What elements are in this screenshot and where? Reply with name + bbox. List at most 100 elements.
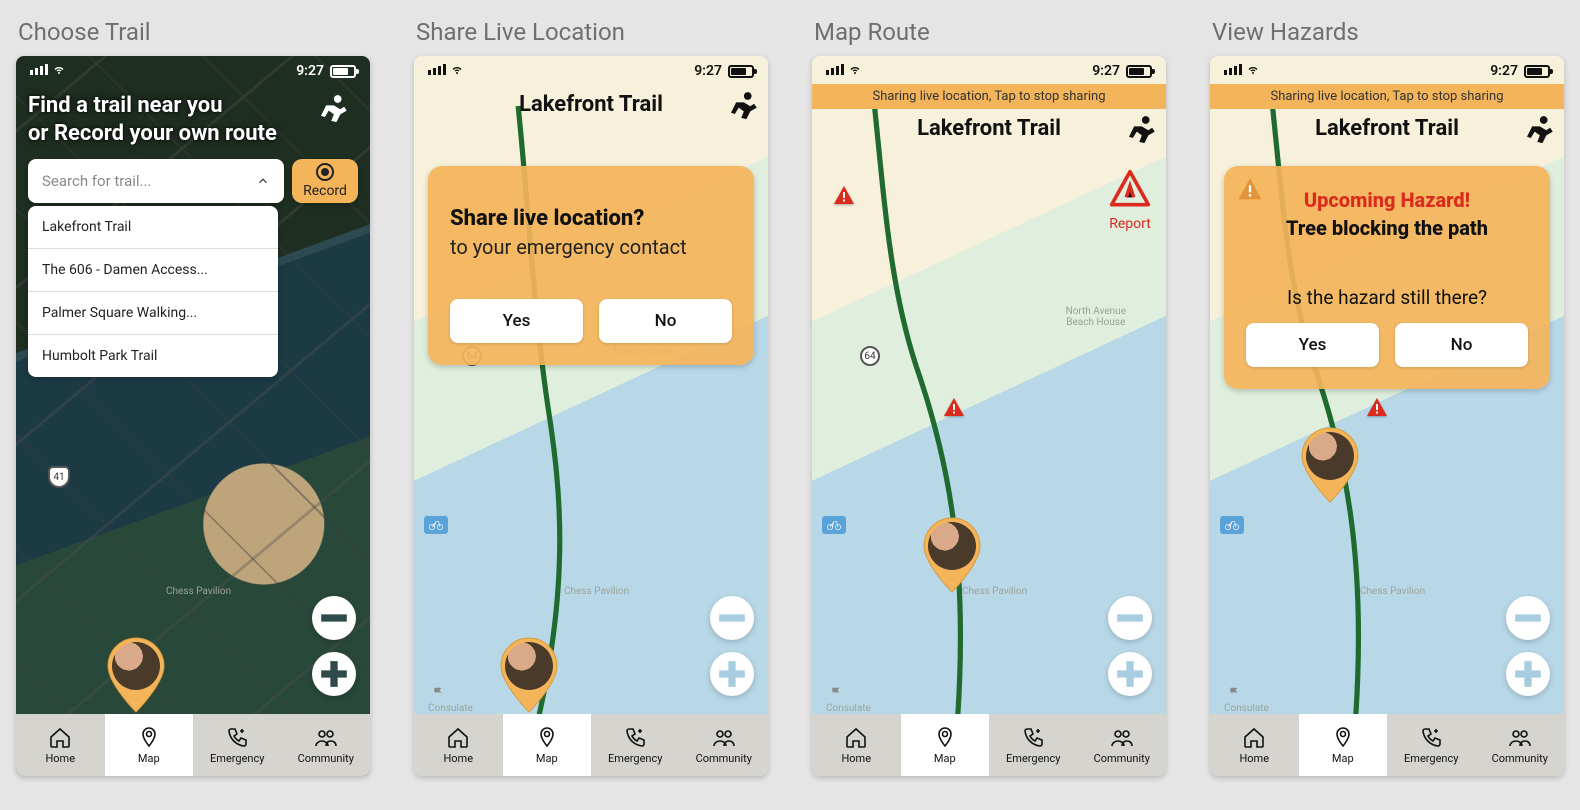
tab-emergency[interactable]: Emergency (193, 714, 282, 776)
dialog-subtitle: to your emergency contact (450, 235, 732, 259)
no-button[interactable]: No (1395, 323, 1528, 367)
tab-home[interactable]: Home (1210, 714, 1299, 776)
tab-bar: Home Map Emergency Community (414, 714, 768, 776)
signal-icon (428, 63, 465, 79)
bike-icon (822, 516, 846, 534)
tab-bar: Home Map Emergency Community (1210, 714, 1564, 776)
tab-map[interactable]: Map (503, 714, 592, 776)
battery-icon (1524, 65, 1550, 78)
zoom-out-button[interactable] (1108, 596, 1152, 640)
chevron-up-icon (256, 174, 270, 188)
tab-community[interactable]: Community (680, 714, 769, 776)
bike-icon (1220, 516, 1244, 534)
tab-map[interactable]: Map (1299, 714, 1388, 776)
battery-icon (728, 65, 754, 78)
status-bar: 9:27 (414, 56, 768, 86)
flag-icon (830, 685, 844, 704)
trail-option[interactable]: The 606 - Damen Access... (28, 248, 278, 291)
avatar (928, 522, 976, 570)
signal-icon (826, 63, 863, 79)
trail-option[interactable]: Lakefront Trail (28, 206, 278, 248)
clock: 9:27 (1092, 63, 1120, 79)
search-input[interactable]: Search for trail... (28, 159, 284, 203)
battery-icon (330, 65, 356, 78)
zoom-in-button[interactable] (312, 652, 356, 696)
zoom-in-button[interactable] (710, 652, 754, 696)
map-label-consulate: Consulate (826, 703, 871, 714)
flag-icon (432, 685, 446, 704)
tab-bar: Home Map Emergency Community (812, 714, 1166, 776)
trail-option[interactable]: Humbolt Park Trail (28, 334, 278, 377)
battery-icon (1126, 65, 1152, 78)
map-label-consulate: Consulate (1224, 703, 1269, 714)
hazard-marker[interactable] (832, 184, 856, 212)
yes-button[interactable]: Yes (450, 299, 583, 343)
phone-view-hazards: Chess Pavilion Consulate 9:27 Sharing li… (1210, 56, 1564, 776)
tab-emergency[interactable]: Emergency (1387, 714, 1476, 776)
tab-map[interactable]: Map (105, 714, 194, 776)
zoom-out-button[interactable] (312, 596, 356, 640)
map-label-chess: Chess Pavilion (166, 586, 231, 597)
route-shield-64: 64 (860, 346, 880, 366)
warning-icon (1236, 176, 1264, 208)
phone-choose-trail: 41 Chess Pavilion 9:27 Find a trail near… (16, 56, 370, 776)
user-location-pin[interactable] (920, 516, 984, 596)
user-location-pin[interactable] (1298, 426, 1362, 506)
record-icon (316, 163, 334, 181)
user-location-pin[interactable] (497, 636, 561, 716)
trail-title: Lakefront Trail (917, 116, 1061, 141)
hazard-alert-title: Upcoming Hazard! (1246, 188, 1528, 212)
tab-home[interactable]: Home (16, 714, 105, 776)
avatar (505, 642, 553, 690)
dialog-title: Share live location? (450, 206, 732, 231)
zoom-out-button[interactable] (710, 596, 754, 640)
yes-button[interactable]: Yes (1246, 323, 1379, 367)
zoom-in-button[interactable] (1108, 652, 1152, 696)
tab-community[interactable]: Community (1078, 714, 1167, 776)
hazard-question: Is the hazard still there? (1246, 286, 1528, 309)
tab-community[interactable]: Community (282, 714, 371, 776)
zoom-in-button[interactable] (1506, 652, 1550, 696)
tab-emergency[interactable]: Emergency (989, 714, 1078, 776)
clock: 9:27 (1490, 63, 1518, 79)
trail-title: Lakefront Trail (519, 92, 663, 117)
clock: 9:27 (296, 63, 324, 79)
map-label-consulate: Consulate (428, 703, 473, 714)
screen-title: Share Live Location (416, 18, 768, 46)
avatar (1306, 432, 1354, 480)
phone-map-route: Chess Pavilion North AvenueBeach House 6… (812, 56, 1166, 776)
trail-dropdown: Lakefront Trail The 606 - Damen Access..… (28, 206, 278, 377)
user-location-pin[interactable] (104, 636, 168, 716)
phone-share-location: Chess Pavilion Beach House 64 Consulate … (414, 56, 768, 776)
hazard-marker[interactable] (1365, 396, 1389, 424)
sharing-banner[interactable]: Sharing live location, Tap to stop shari… (1210, 84, 1564, 109)
map-label-chess: Chess Pavilion (564, 586, 629, 597)
status-bar: 9:27 (812, 56, 1166, 86)
hazard-detail: Tree blocking the path (1246, 216, 1528, 240)
screen-title: View Hazards (1212, 18, 1564, 46)
zoom-out-button[interactable] (1506, 596, 1550, 640)
map-label-north: North AvenueBeach House (1066, 306, 1126, 328)
report-hazard-button[interactable]: Report (1108, 168, 1152, 232)
signal-icon (30, 63, 67, 79)
share-location-dialog: Share live location? to your emergency c… (428, 166, 754, 365)
tab-home[interactable]: Home (812, 714, 901, 776)
record-button[interactable]: Record (292, 159, 358, 203)
sharing-banner[interactable]: Sharing live location, Tap to stop shari… (812, 84, 1166, 109)
flag-icon (1228, 685, 1242, 704)
hazard-marker[interactable] (942, 396, 966, 424)
route-shield-41: 41 (48, 466, 70, 488)
tab-community[interactable]: Community (1476, 714, 1565, 776)
status-bar: 9:27 (16, 56, 370, 86)
search-placeholder: Search for trail... (42, 172, 151, 190)
tab-map[interactable]: Map (901, 714, 990, 776)
tab-emergency[interactable]: Emergency (591, 714, 680, 776)
tab-home[interactable]: Home (414, 714, 503, 776)
tab-bar: Home Map Emergency Community (16, 714, 370, 776)
signal-icon (1224, 63, 1261, 79)
no-button[interactable]: No (599, 299, 732, 343)
hazard-dialog: Upcoming Hazard! Tree blocking the path … (1224, 166, 1550, 389)
screen-title: Map Route (814, 18, 1166, 46)
trail-option[interactable]: Palmer Square Walking... (28, 291, 278, 334)
clock: 9:27 (694, 63, 722, 79)
